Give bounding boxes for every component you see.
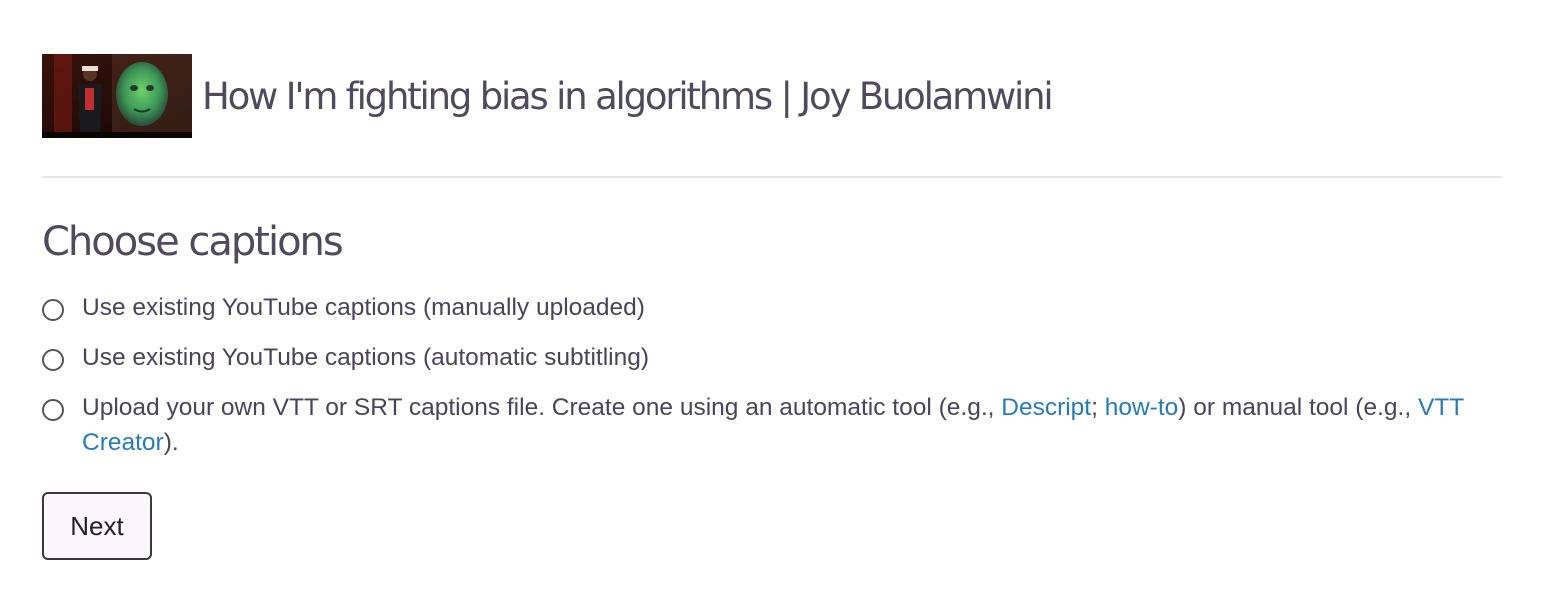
option-youtube-automatic[interactable]: Use existing YouTube captions (automatic… [42,340,1512,375]
how-to-link[interactable]: how-to [1105,394,1179,421]
video-thumbnail [42,54,192,138]
option-upload-file[interactable]: Upload your own VTT or SRT captions file… [42,390,1512,460]
option-youtube-manual[interactable]: Use existing YouTube captions (manually … [42,290,1512,325]
caption-options: Use existing YouTube captions (manually … [42,290,1512,475]
option-label: Use existing YouTube captions (automatic… [82,344,649,371]
radio-circle-icon[interactable] [42,299,64,321]
video-title: How I'm fighting bias in algorithms | Jo… [202,74,1054,118]
section-title: Choose captions [42,219,344,265]
option-text-part: ). [163,429,179,456]
option-label: Use existing YouTube captions (manually … [82,294,645,321]
option-text-part: Upload your own VTT or SRT captions file… [82,394,1002,421]
option-text-part: ; [1091,394,1105,421]
descript-link[interactable]: Descript [1001,394,1091,421]
option-label: Upload your own VTT or SRT captions file… [82,390,1512,460]
video-header: How I'm fighting bias in algorithms | Jo… [42,54,1054,138]
next-button[interactable]: Next [42,492,152,560]
radio-circle-icon[interactable] [42,349,64,371]
option-text-part: ) or manual tool (e.g., [1178,394,1418,421]
header-divider [42,176,1502,178]
thumbnail-image [42,54,192,138]
radio-circle-icon[interactable] [42,399,64,421]
